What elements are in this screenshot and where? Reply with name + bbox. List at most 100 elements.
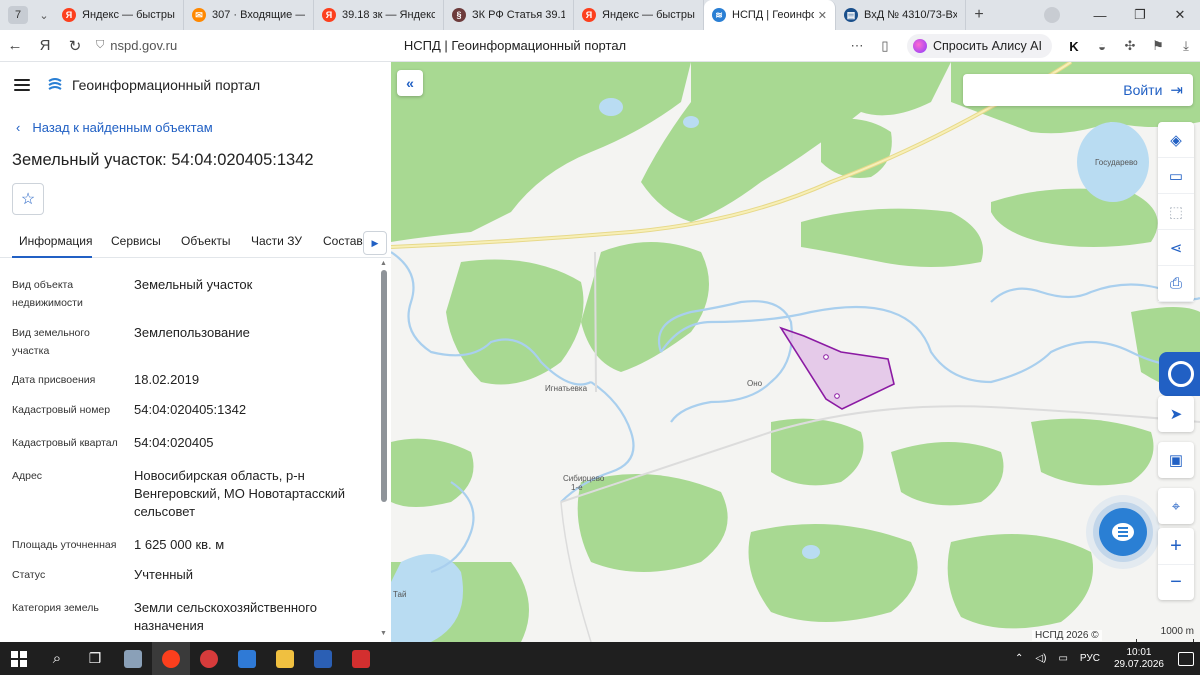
browser-tab[interactable]: ✉307 · Входящие — Я	[184, 0, 314, 30]
reload-icon[interactable]: ↻	[60, 37, 90, 55]
document-seal-icon	[1168, 361, 1194, 387]
attribute-value: Земли сельскохозяйственного назначения	[134, 600, 317, 633]
browser-tab-active[interactable]: ≋НСПД | Геоинфор✕	[704, 0, 836, 30]
profile-avatar[interactable]	[1044, 7, 1060, 23]
ccleaner-icon[interactable]	[190, 642, 228, 675]
language-indicator[interactable]: РУС	[1080, 653, 1100, 664]
task-view-icon[interactable]: ❐	[76, 642, 114, 675]
extensions-icon[interactable]: ✣	[1116, 38, 1144, 54]
browser-tab[interactable]: Я Яндекс — быстрый	[54, 0, 184, 30]
layers-icon[interactable]: ◈	[1158, 122, 1194, 158]
app-icon[interactable]	[228, 642, 266, 675]
bookmark-icon[interactable]: ▯	[871, 38, 899, 54]
chevron-up-icon[interactable]: ⌃	[1015, 653, 1023, 664]
minimap-icon[interactable]: ▣	[1158, 442, 1194, 478]
restore-icon[interactable]: ❐	[1120, 7, 1160, 23]
portal-name: Геоинформационный портал	[72, 76, 261, 93]
search-location-icon[interactable]: ⌖	[1158, 488, 1194, 524]
scroll-down-icon[interactable]: ▼	[380, 630, 387, 637]
print-icon[interactable]: ⎙	[1158, 266, 1194, 302]
back-to-results-link[interactable]: ‹ Назад к найденным объектам	[16, 120, 213, 135]
volume-icon[interactable]: ◁)	[1035, 653, 1046, 664]
place-label: Тай	[393, 590, 407, 599]
tab-information[interactable]: Информация	[19, 234, 92, 248]
browser-tab[interactable]: ▤ ВхД № 4310/73-Вх	[836, 0, 966, 30]
hat-icon[interactable]: ◒	[1088, 39, 1116, 54]
browser-tab[interactable]: Я Яндекс — быстрый	[574, 0, 704, 30]
favorite-button[interactable]: ☆	[12, 183, 44, 215]
browser-tab[interactable]: § ЗК РФ Статья 39.18	[444, 0, 574, 30]
collections-icon[interactable]: ⚑	[1144, 38, 1172, 54]
map-toolbar-secondary: ➤ ▣ ⌖	[1158, 396, 1194, 534]
attribute-label: Статус	[12, 569, 46, 581]
yandex-icon: Я	[582, 8, 596, 22]
close-window-icon[interactable]: ✕	[1160, 7, 1200, 23]
scroll-up-icon[interactable]: ▲	[380, 260, 387, 267]
notifications-icon[interactable]	[1178, 651, 1194, 666]
map-copyright: НСПД 2026 ©	[1032, 630, 1102, 641]
portal-logo-icon	[48, 77, 62, 90]
locate-me-icon[interactable]: ➤	[1158, 396, 1194, 432]
browser-tab[interactable]: Я39.18 зк — Яндекс: н	[314, 0, 444, 30]
scrollbar-thumb[interactable]	[381, 270, 387, 502]
security-shield-icon[interactable]: ⛉	[96, 39, 104, 52]
download-icon[interactable]: ⤓	[1172, 38, 1200, 54]
select-area-icon[interactable]: ⬚	[1158, 194, 1194, 230]
tab-parts[interactable]: Части ЗУ	[251, 234, 302, 248]
attribute-value: 18.02.2019	[134, 372, 200, 387]
acrobat-icon[interactable]	[342, 642, 380, 675]
yandex-browser-icon[interactable]	[152, 642, 190, 675]
close-tab-icon[interactable]: ✕	[818, 9, 827, 22]
tab-objects[interactable]: Объекты	[181, 234, 231, 248]
word-icon[interactable]	[304, 642, 342, 675]
attribute-value: Земельный участок	[134, 277, 253, 292]
url-field[interactable]: nspd.gov.ru	[110, 38, 360, 53]
windows-start-icon[interactable]	[0, 642, 38, 675]
attribute-label: Вид объекта недвижимости	[12, 279, 83, 309]
panel-scrollbar[interactable]: ▲ ▼	[380, 260, 388, 640]
map-view[interactable]: Игнатьевка Сибирцево 1-е Государево Тай …	[391, 62, 1200, 642]
file-explorer-icon[interactable]	[266, 642, 304, 675]
minimize-icon[interactable]: —	[1080, 8, 1120, 23]
tabs-scroll-right-icon[interactable]: ▶	[363, 231, 387, 255]
nspd-icon: ≋	[712, 8, 726, 22]
back-arrow-icon[interactable]: ←	[0, 37, 30, 54]
attribute-label: Кадастровый квартал	[12, 437, 118, 449]
more-icon[interactable]: ⋯	[843, 38, 871, 54]
double-chevron-left-icon: «	[406, 75, 414, 91]
clock[interactable]: 10:01 29.07.2026	[1114, 647, 1164, 671]
tab-services[interactable]: Сервисы	[111, 234, 161, 248]
place-label: Государево	[1095, 158, 1138, 167]
zoom-out-icon[interactable]: −	[1158, 564, 1194, 600]
menu-icon[interactable]	[14, 78, 30, 91]
portal-header: Геоинформационный портал	[0, 62, 391, 107]
attribute-label: Дата присвоения	[12, 374, 96, 386]
collapse-panel-button[interactable]: «	[397, 70, 423, 96]
windows-taskbar: ⌕ ❐ ⌃ ◁) ▭ РУС 10:01 29.07.2026	[0, 642, 1200, 675]
alice-button[interactable]: Спросить Алису AI	[906, 34, 1052, 58]
share-icon[interactable]: ⋖	[1158, 230, 1194, 266]
tab-counter[interactable]: 7	[8, 6, 28, 24]
tab-composition[interactable]: Состав	[323, 234, 363, 248]
tabs-dropdown-icon[interactable]: ⌄	[34, 5, 54, 25]
zoom-in-icon[interactable]: +	[1158, 528, 1194, 564]
star-icon: ☆	[20, 191, 36, 208]
map-toolbar: ◈ ▭ ⬚ ⋖ ⎙	[1158, 122, 1194, 302]
ruler-icon[interactable]: ▭	[1158, 158, 1194, 194]
attribute-label: Категория земель	[12, 602, 99, 614]
egrn-service-button[interactable]	[1159, 352, 1200, 396]
doc-icon: ▤	[844, 8, 858, 22]
map-scale: 1000 m	[1136, 626, 1194, 642]
map-canvas[interactable]	[391, 62, 1200, 642]
archive-app-icon[interactable]	[114, 642, 152, 675]
chat-assistant-button[interactable]	[1099, 508, 1147, 556]
kinopoisk-icon[interactable]: K	[1060, 39, 1088, 54]
network-icon[interactable]: ▭	[1058, 653, 1067, 664]
yandex-home-icon[interactable]: Я	[30, 37, 60, 54]
new-tab-icon[interactable]: +	[966, 6, 992, 24]
search-icon[interactable]: ⌕	[38, 642, 76, 675]
alice-icon	[912, 39, 927, 53]
login-icon: ⇥	[1170, 82, 1183, 99]
object-tabs: Информация Сервисы Объекты Части ЗУ Сост…	[0, 226, 391, 258]
login-button[interactable]: Войти ⇥	[963, 74, 1193, 106]
